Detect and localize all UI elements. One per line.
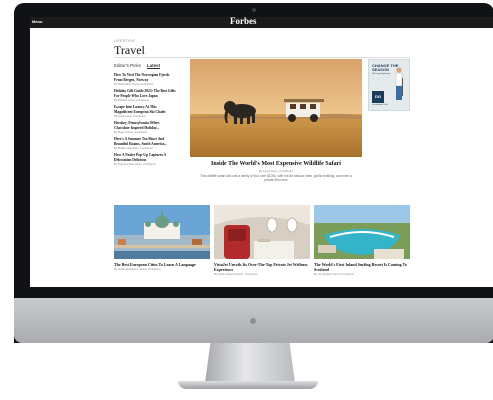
- surf-resort-illustration: [314, 205, 410, 259]
- story-byline: By David Nikel, Senior Contributor: [114, 83, 154, 87]
- hero-byline: By Lewis Nunn, Contributor: [258, 169, 294, 173]
- camera-icon: [252, 8, 256, 12]
- sidebar-tabs: Editor's Picks Latest: [114, 63, 161, 69]
- article-card[interactable]: The Best European Cities To Learn A Lang…: [114, 205, 210, 271]
- story-title[interactable]: Hershey, Pennsylvania Offers Chocolate-I…: [114, 121, 176, 130]
- monitor-stand: [205, 343, 295, 383]
- ad-logo: DG: [372, 91, 384, 103]
- list-item[interactable]: Escape Into Luxury At This Magnificent E…: [114, 105, 176, 118]
- ad-subtext: Gift a golf getaway: [372, 73, 391, 75]
- story-title[interactable]: Here's A Summer Too Short And Beautiful …: [114, 137, 176, 146]
- list-item[interactable]: How To Visit The Norwegian Fjords From B…: [114, 73, 176, 86]
- helsinki-cathedral-illustration: [114, 205, 210, 259]
- monitor-chin: [14, 298, 493, 343]
- article-image[interactable]: [214, 205, 310, 259]
- article-image[interactable]: [114, 205, 210, 259]
- hero-image[interactable]: [190, 59, 362, 157]
- article-title[interactable]: VistaJet Unveils Its Over-The-Top Privat…: [214, 262, 310, 272]
- list-item[interactable]: Holiday Gift Guide 2023: The Best Gifts …: [114, 89, 176, 102]
- golfer-icon: [395, 67, 403, 100]
- tab-editors-picks[interactable]: Editor's Picks: [114, 63, 141, 69]
- story-byline: By Angie Licea, Contributor: [114, 115, 146, 119]
- apple-logo-icon: [250, 318, 256, 324]
- list-item[interactable]: Here's A Summer Too Short And Beautiful …: [114, 137, 176, 150]
- ad-brand: Destination Golf: [372, 104, 388, 106]
- story-title[interactable]: Escape Into Luxury At This Magnificent E…: [114, 105, 176, 114]
- list-item[interactable]: How A Native Pop-Up Captures A Delectati…: [114, 153, 176, 166]
- menu-button[interactable]: Menu: [32, 19, 42, 24]
- title-divider: [114, 57, 410, 58]
- hero-description: This wildlife safari will cost a family …: [200, 174, 352, 183]
- hero-headline[interactable]: Inside The World's Most Expensive Wildli…: [190, 161, 362, 167]
- story-title[interactable]: How A Native Pop-Up Captures A Delectati…: [114, 153, 176, 162]
- article-title[interactable]: The World's First Inland Surfing Resort …: [314, 262, 410, 272]
- story-title[interactable]: How To Visit The Norwegian Fjords From B…: [114, 73, 176, 82]
- private-jet-cabin-illustration: [214, 205, 310, 259]
- article-image[interactable]: [314, 205, 410, 259]
- story-byline: By Angelina Villa-Clarke, Contributor: [114, 163, 156, 167]
- article-title[interactable]: The Best European Cities To Learn A Lang…: [114, 262, 210, 267]
- story-byline: By Roger Sands, Contributor: [114, 131, 148, 135]
- monitor-base: [178, 381, 318, 389]
- imac-monitor: Menu Forbes LIFESTYLE Travel Editor's Pi…: [14, 3, 493, 343]
- advertisement[interactable]: CHANGE THE SEASON Gift a golf getaway DG…: [368, 59, 410, 111]
- browser-screen: Menu Forbes LIFESTYLE Travel Editor's Pi…: [30, 17, 493, 287]
- page-title: Travel: [114, 43, 145, 57]
- tab-latest[interactable]: Latest: [146, 63, 161, 69]
- article-byline: By Jacob Jaques Redlich, Contributor: [214, 273, 258, 276]
- site-topbar: Menu Forbes: [30, 17, 493, 28]
- list-item[interactable]: Hershey, Pennsylvania Offers Chocolate-I…: [114, 121, 176, 134]
- story-byline: By Bradley Hartmann, Contributor: [114, 147, 153, 151]
- story-title[interactable]: Holiday Gift Guide 2023: The Best Gifts …: [114, 89, 176, 98]
- article-card[interactable]: The World's First Inland Surfing Resort …: [314, 205, 410, 276]
- article-byline: By Cecilia Rodriguez, Senior Contributor: [114, 268, 161, 271]
- article-byline: By Jon Ackland, Senior Contributor: [314, 273, 355, 276]
- site-logo[interactable]: Forbes: [230, 17, 257, 26]
- article-card[interactable]: VistaJet Unveils Its Over-The-Top Privat…: [214, 205, 310, 276]
- safari-illustration: [190, 59, 362, 157]
- story-byline: By Michelle Gross, Contributor: [114, 99, 150, 103]
